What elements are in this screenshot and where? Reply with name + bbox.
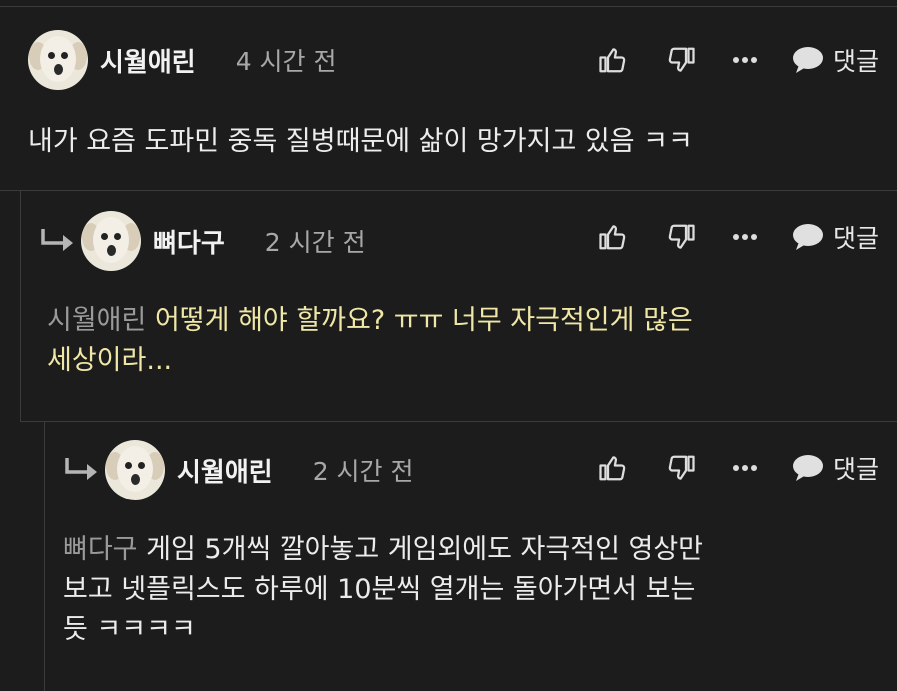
more-icon[interactable] [731,464,759,472]
author-name[interactable]: 시월애린 [177,452,273,489]
comment: 시월애린 4 시간 전 댓글 내가 요즘 도파민 중독 질병때문에 삶이 망가지… [0,8,897,191]
speech-bubble-icon [792,47,823,73]
avatar[interactable] [28,30,88,90]
speech-bubble-icon [792,224,823,250]
thumbs-up-icon[interactable] [597,222,629,252]
reply-arrow-icon [37,226,79,256]
reply-label: 댓글 [832,224,879,253]
reply-button[interactable]: 댓글 [791,42,879,78]
comment-reply: 시월애린 2 시간 전 댓글 뼈다구 게임 5개씩 깔아놓고 게임외에도 자극적… [44,422,897,691]
comment-text: 뼈다구 게임 5개씩 깔아놓고 게임외에도 자극적인 영상만 보고 넷플릭스도 … [63,534,704,645]
top-divider [0,6,897,7]
mention[interactable]: 뼈다구 [63,534,138,565]
more-icon[interactable] [731,233,759,241]
thumbs-down-icon[interactable] [665,453,697,483]
comment-actions: 댓글 [597,438,879,498]
thumbs-down-icon[interactable] [665,45,697,75]
reply-arrow-icon [61,455,103,485]
mention[interactable]: 시월애린 [47,305,146,336]
comment-actions: 댓글 [597,30,879,90]
timestamp: 4 시간 전 [235,47,337,76]
reply-label: 댓글 [832,47,879,76]
avatar[interactable] [105,440,165,500]
reply-label: 댓글 [832,455,879,484]
avatar[interactable] [81,211,141,271]
thumbs-up-icon[interactable] [597,45,629,75]
more-icon[interactable] [731,56,759,64]
comment-reply: 뼈다구 2 시간 전 댓글 시월애린 어떻게 해야 할까요? ㅠㅠ 너무 자극적… [20,191,897,422]
thumbs-down-icon[interactable] [665,222,697,252]
reply-button[interactable]: 댓글 [791,450,879,486]
timestamp: 2 시간 전 [264,228,366,257]
comment-text: 내가 요즘 도파민 중독 질병때문에 삶이 망가지고 있음 ㅋㅋ [28,126,693,157]
speech-bubble-icon [792,455,823,481]
comment-text: 시월애린 어떻게 해야 할까요? ㅠㅠ 너무 자극적인게 많은 세상이라... [47,305,693,376]
author-name[interactable]: 뼈다구 [153,223,225,260]
timestamp: 2 시간 전 [312,457,414,486]
reply-button[interactable]: 댓글 [791,219,879,255]
comment-actions: 댓글 [597,207,879,267]
author-name[interactable]: 시월애린 [100,42,196,79]
thumbs-up-icon[interactable] [597,453,629,483]
